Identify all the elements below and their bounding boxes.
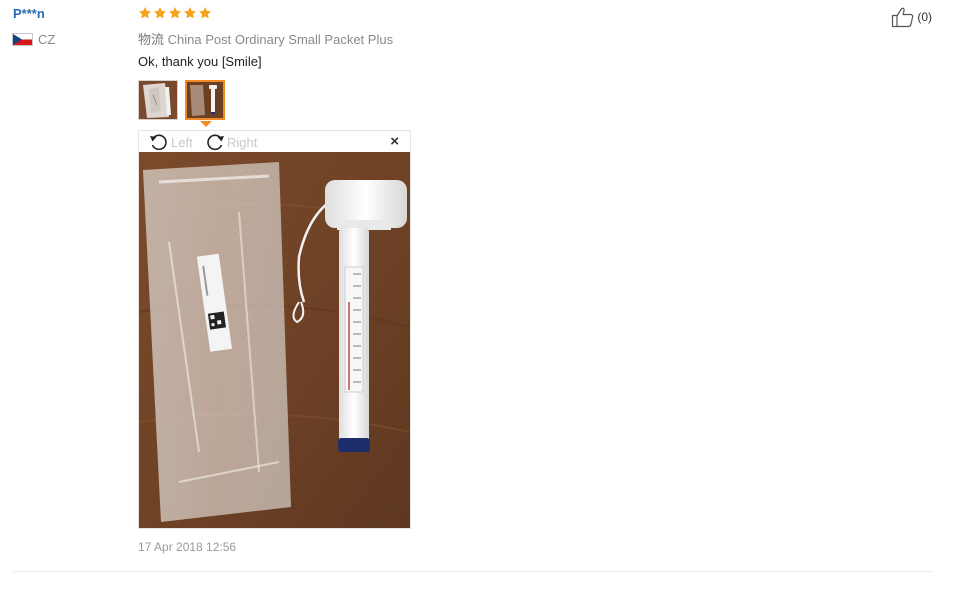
rotate-right-label: Right [227, 134, 258, 150]
country-code: CZ [38, 32, 56, 47]
rotate-left-button[interactable]: Left [149, 133, 193, 151]
shipping-info: 物流 China Post Ordinary Small Packet Plus [138, 29, 393, 48]
review-text: Ok, thank you [Smile] [138, 54, 262, 69]
review-photo-thumbnail-1[interactable] [138, 80, 178, 120]
shipping-method: China Post Ordinary Small Packet Plus [167, 32, 394, 47]
star-icon [184, 7, 196, 19]
rating-stars [138, 6, 212, 20]
photo-viewer: Left Right × [138, 130, 411, 529]
rotate-left-label: Left [171, 134, 193, 150]
star-icon [139, 7, 151, 19]
review-photo [139, 152, 410, 528]
helpful-button[interactable]: (0) [891, 6, 932, 28]
selected-thumbnail-pointer [200, 121, 212, 127]
country-flag-icon [12, 33, 33, 46]
rotate-right-icon [207, 134, 224, 151]
reviewer-name[interactable]: P***n [13, 6, 45, 21]
star-icon [169, 7, 181, 19]
viewer-toolbar: Left Right × [139, 131, 410, 151]
rotate-left-icon [150, 134, 167, 151]
helpful-count: (0) [917, 10, 932, 24]
review-date: 17 Apr 2018 12:56 [138, 540, 237, 554]
review-photo-thumbnail-2[interactable] [185, 80, 225, 120]
star-icon [199, 7, 211, 19]
close-icon[interactable]: × [390, 134, 399, 149]
star-icon [154, 7, 166, 19]
thumbs-up-icon [892, 7, 914, 28]
shipping-label: 物流 [138, 32, 165, 47]
rotate-right-button[interactable]: Right [205, 133, 257, 151]
review-divider [13, 571, 932, 572]
